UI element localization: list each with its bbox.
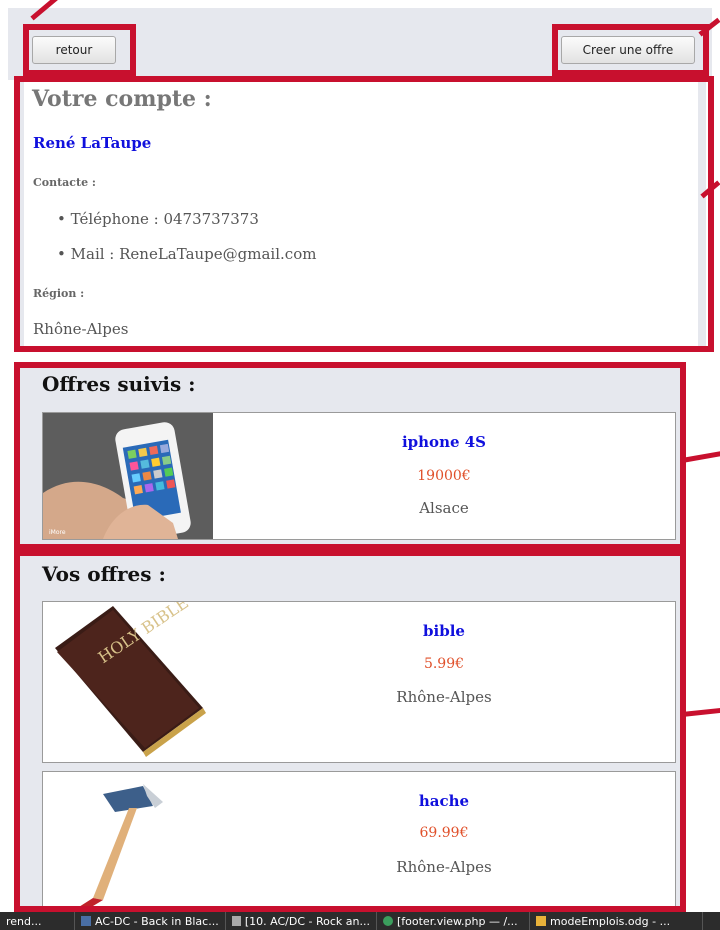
folder-icon (81, 916, 91, 926)
taskbar-item[interactable]: [footer.view.php — /... (377, 912, 530, 930)
taskbar-item[interactable]: rend... (0, 912, 75, 930)
annotation-box (14, 76, 714, 352)
annotation-box (552, 24, 709, 76)
annotation-line (681, 707, 720, 717)
taskbar-item[interactable]: modeEmplois.odg - ... (530, 912, 703, 930)
taskbar-item[interactable]: [10. AC/DC - Rock an... (226, 912, 377, 930)
media-player-icon (232, 916, 241, 926)
document-icon (536, 916, 546, 926)
taskbar-item[interactable]: AC-DC - Back in Blac... (75, 912, 226, 930)
os-taskbar: rend... AC-DC - Back in Blac... [10. AC/… (0, 912, 720, 930)
annotation-box (14, 362, 686, 550)
annotation-box (14, 550, 686, 912)
annotation-line (681, 451, 720, 463)
annotation-box (23, 24, 136, 76)
browser-icon (383, 916, 393, 926)
